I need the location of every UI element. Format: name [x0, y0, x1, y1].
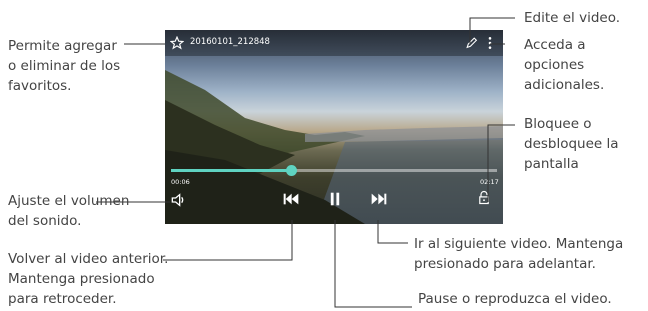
- annotation-next-line1: Ir al siguiente video. Mantenga: [414, 236, 624, 252]
- annotation-edit: Edite el video.: [524, 10, 621, 26]
- annotation-more-line1: Acceda a: [524, 37, 586, 53]
- annotation-lock-line1: Bloquee o: [524, 116, 592, 132]
- annotation-favorites: Permite agregar o eliminar de los favori…: [8, 36, 120, 96]
- annotation-favorites-line1: Permite agregar: [8, 38, 117, 54]
- annotation-volume-line2: del sonido.: [8, 213, 82, 229]
- annotation-previous-line3: para retroceder.: [8, 291, 117, 307]
- annotation-favorites-line2: o eliminar de los: [8, 58, 121, 74]
- annotation-next: Ir al siguiente video. Mantenga presiona…: [414, 234, 623, 274]
- annotation-previous: Volver al video anterior. Mantenga presi…: [8, 249, 168, 309]
- annotation-lock-line3: pantalla: [524, 156, 579, 172]
- annotation-previous-line2: Mantenga presionado: [8, 271, 155, 287]
- annotation-previous-line1: Volver al video anterior.: [8, 251, 169, 267]
- annotation-next-line2: presionado para adelantar.: [414, 256, 596, 272]
- annotation-volume: Ajuste el volumen del sonido.: [8, 191, 129, 231]
- annotation-favorites-line3: favoritos.: [8, 78, 72, 94]
- annotation-volume-line1: Ajuste el volumen: [8, 193, 130, 209]
- annotation-pause: Pause o reproduzca el video.: [418, 291, 612, 307]
- annotation-more-options: Acceda a opciones adicionales.: [524, 35, 604, 95]
- annotation-more-line2: opciones: [524, 57, 585, 73]
- annotation-more-line3: adicionales.: [524, 77, 605, 93]
- annotation-lock: Bloquee o desbloquee la pantalla: [524, 114, 619, 174]
- annotation-lock-line2: desbloquee la: [524, 136, 619, 152]
